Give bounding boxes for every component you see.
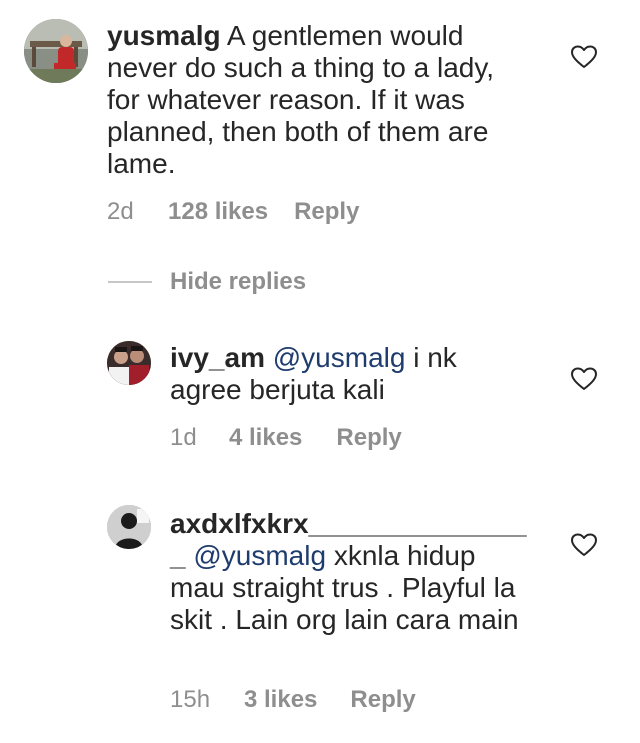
avatar-ivy-am[interactable]: [107, 341, 151, 385]
comment-text: yusmalg A gentlemen would never do such …: [107, 20, 527, 180]
reply-button[interactable]: Reply: [336, 424, 401, 452]
heart-outline-icon[interactable]: [571, 367, 597, 391]
mention-link[interactable]: @yusmalg: [193, 540, 326, 571]
comment-time: 15h: [170, 686, 211, 713]
avatar-axdxlfxkrx[interactable]: [107, 505, 151, 549]
hide-replies-toggle[interactable]: Hide replies: [108, 268, 306, 296]
comment-meta: 15h 3 likes Reply: [170, 686, 416, 714]
reply-button[interactable]: Reply: [294, 198, 359, 226]
comment-username[interactable]: ivy_am: [170, 342, 265, 373]
reply-button[interactable]: Reply: [350, 686, 415, 714]
heart-outline-icon[interactable]: [571, 533, 597, 557]
mention-link[interactable]: @yusmalg: [273, 342, 406, 373]
comment-time: 2d: [107, 198, 134, 225]
comment-username[interactable]: yusmalg: [107, 20, 221, 51]
reply-text: ivy_am @yusmalg i nk agree berjuta kali: [170, 342, 470, 406]
comment-meta: 1d 4 likes Reply: [170, 424, 402, 452]
avatar-yusmalg[interactable]: [24, 19, 88, 83]
comment-likes[interactable]: 3 likes: [244, 686, 317, 714]
comment-meta: 2d 128 likes Reply: [107, 198, 359, 226]
divider: [108, 281, 152, 283]
comment-likes[interactable]: 128 likes: [168, 198, 268, 226]
reply-text: axdxlfxkrx_______________ @yusmalg xknla…: [170, 508, 530, 636]
comment-time: 1d: [170, 424, 197, 451]
heart-outline-icon[interactable]: [571, 45, 597, 69]
hide-replies-label: Hide replies: [170, 268, 307, 295]
comment-likes[interactable]: 4 likes: [229, 424, 302, 452]
